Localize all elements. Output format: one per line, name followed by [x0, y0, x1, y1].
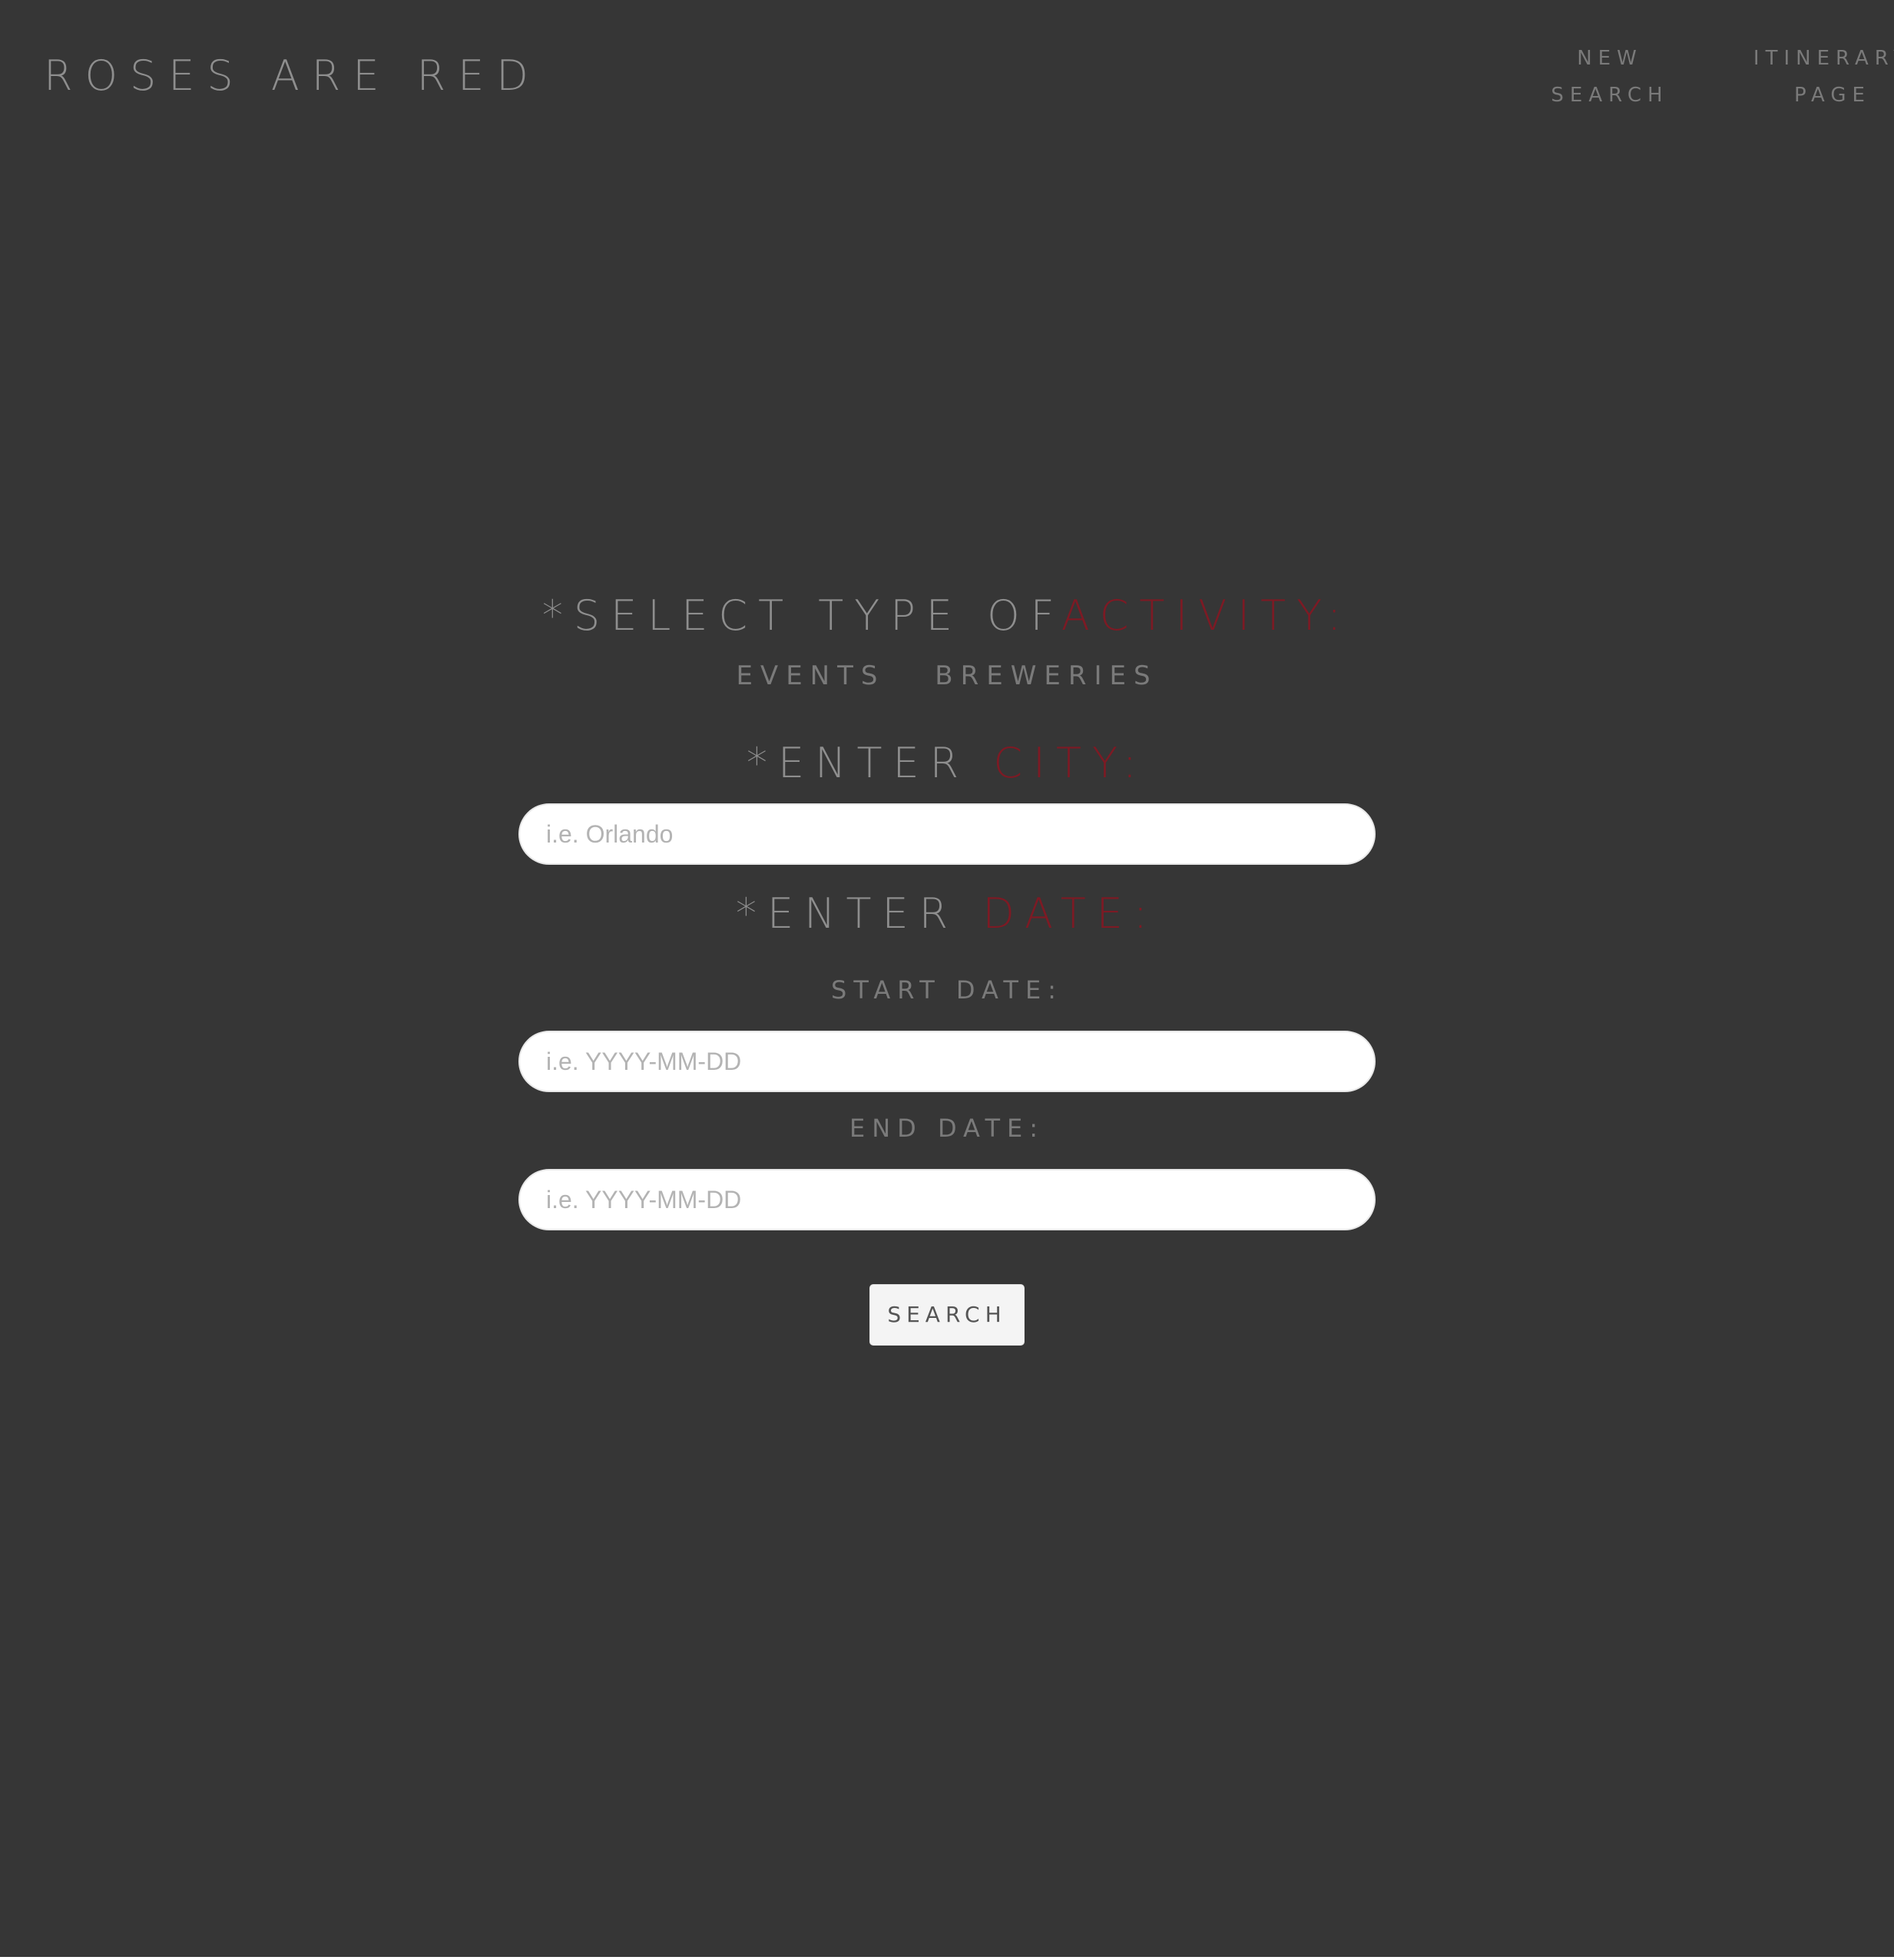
city-heading: *ENTER CITY: — [0, 739, 1894, 787]
activity-heading: *SELECT TYPE OFACTIVITY: — [0, 591, 1894, 640]
start-date-input[interactable] — [518, 1031, 1376, 1092]
end-date-label: END DATE: — [849, 1114, 1045, 1143]
date-heading: *ENTER DATE: — [0, 889, 1894, 938]
page-bottom-border — [0, 1957, 1894, 1960]
activity-heading-accent: ACTIVITY: — [1061, 591, 1353, 640]
nav-itinerary-page-link[interactable]: ITINERARY PAGE — [1733, 40, 1894, 114]
top-nav: NEW SEARCH ITINERARY PAGE — [1510, 40, 1894, 117]
city-input[interactable] — [518, 803, 1376, 865]
date-heading-accent: DATE: — [982, 889, 1158, 938]
activity-options: EVENTS BREWERIES — [0, 661, 1894, 691]
activity-heading-prefix: *SELECT TYPE OF — [541, 591, 1061, 640]
site-logo[interactable]: ROSES ARE RED — [44, 49, 541, 103]
nav-new-search-link[interactable]: NEW SEARCH — [1510, 40, 1710, 114]
nav-itinerary-line1: ITINERARY — [1753, 47, 1894, 70]
nav-itinerary-line2: PAGE — [1794, 84, 1871, 107]
end-date-input[interactable] — [518, 1169, 1376, 1230]
nav-new-search-line2: SEARCH — [1551, 84, 1669, 107]
start-date-label: START DATE: — [831, 975, 1063, 1005]
search-button[interactable]: SEARCH — [869, 1284, 1025, 1346]
city-heading-prefix: *ENTER — [747, 739, 994, 787]
activity-option-events[interactable]: EVENTS — [736, 661, 885, 691]
city-heading-accent: CITY: — [993, 739, 1147, 787]
date-heading-prefix: *ENTER — [736, 889, 983, 938]
activity-option-breweries[interactable]: BREWERIES — [935, 661, 1157, 691]
nav-new-search-line1: NEW — [1577, 47, 1643, 70]
